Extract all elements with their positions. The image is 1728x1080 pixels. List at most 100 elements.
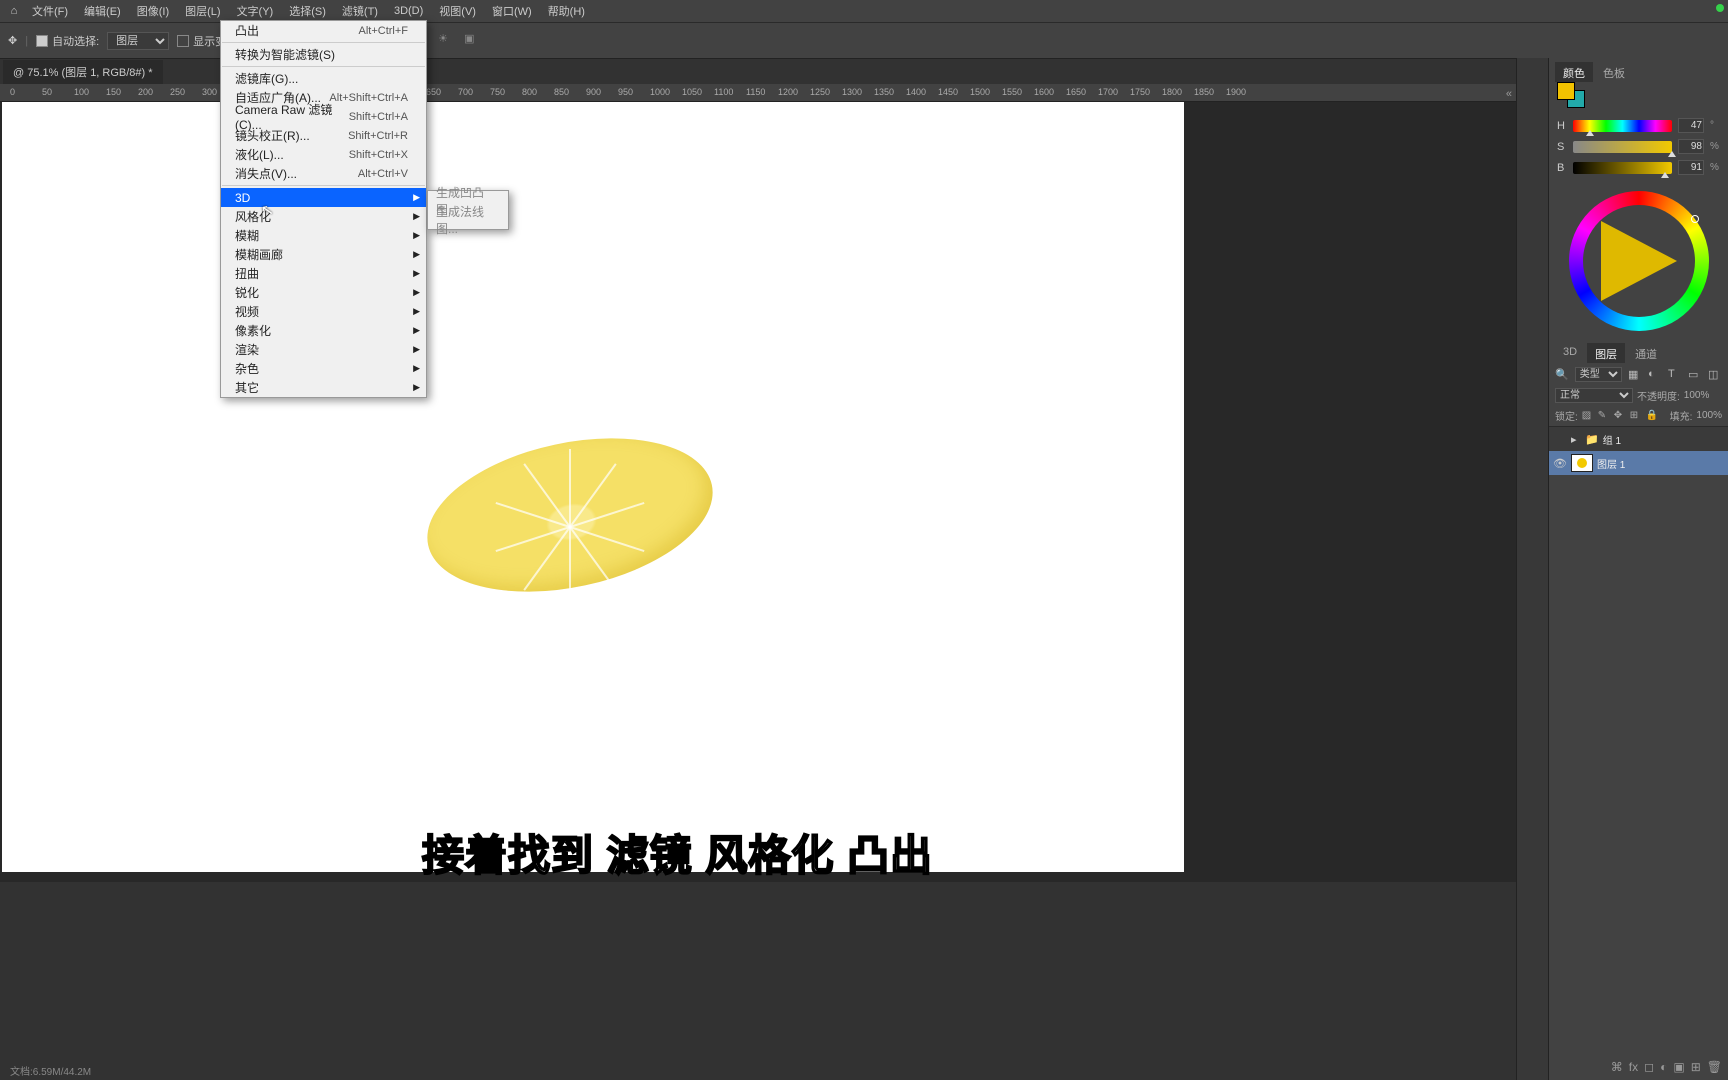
filter-submenu-item[interactable]: 锐化▶: [221, 283, 426, 302]
document-tab[interactable]: @ 75.1% (图层 1, RGB/8#) *: [3, 60, 163, 84]
menu-window[interactable]: 窗口(W): [484, 0, 540, 23]
slider-knob[interactable]: [1668, 151, 1676, 157]
layer-kind-select[interactable]: 类型: [1575, 367, 1622, 382]
menu-edit[interactable]: 编辑(E): [76, 0, 129, 23]
search-icon[interactable]: 🔍: [1555, 368, 1569, 381]
canvas[interactable]: 接着找到 滤镜 风格化 凸出: [2, 102, 1184, 872]
layers-panel: 3D 图层 通道 🔍 类型 ▦ ◐ T ▭ ◫ 正常 不透明度: 100% 锁定…: [1549, 339, 1728, 475]
filter-item[interactable]: 滤镜库(G)...: [221, 69, 426, 88]
menu-image[interactable]: 图像(I): [129, 0, 177, 23]
filter-item[interactable]: Camera Raw 滤镜(C)...Shift+Ctrl+A: [221, 107, 426, 126]
filter-smart-icon[interactable]: ◫: [1708, 368, 1722, 382]
filter-item-label: 镜头校正(R)...: [235, 127, 310, 144]
filter-submenu-item[interactable]: 模糊▶: [221, 226, 426, 245]
filter-adjust-icon[interactable]: ◐: [1648, 368, 1662, 382]
filter-submenu-item[interactable]: 风格化▶: [221, 207, 426, 226]
new-layer-icon[interactable]: ⊞: [1691, 1060, 1701, 1074]
filter-3d-submenu: 生成凹凸图... 生成法线图...: [427, 190, 509, 230]
record-indicator: [1716, 4, 1724, 12]
collapse-icon[interactable]: «: [1506, 88, 1512, 100]
filter-smart[interactable]: 转换为智能滤镜(S): [221, 45, 426, 64]
filter-shape-icon[interactable]: ▭: [1688, 368, 1702, 382]
filter-submenu-item[interactable]: 3D▶: [221, 188, 426, 207]
menu-3d[interactable]: 3D(D): [386, 1, 431, 21]
menu-file[interactable]: 文件(F): [24, 0, 76, 23]
fx-icon[interactable]: fx: [1629, 1060, 1638, 1074]
opacity-label: 不透明度:: [1637, 388, 1680, 403]
hue-input[interactable]: [1678, 118, 1704, 133]
trash-icon[interactable]: 🗑: [1707, 1060, 1722, 1074]
lock-pos-icon[interactable]: ✥: [1614, 410, 1626, 422]
sat-input[interactable]: [1678, 139, 1704, 154]
slider-knob[interactable]: [1586, 130, 1594, 136]
auto-select-checkbox[interactable]: 自动选择:: [36, 33, 99, 49]
collapsed-dock[interactable]: [1516, 58, 1548, 1080]
lock-trans-icon[interactable]: ▨: [1582, 410, 1594, 422]
layer-name[interactable]: 图层 1: [1597, 456, 1625, 471]
blend-mode-select[interactable]: 正常: [1555, 388, 1633, 403]
hue-slider[interactable]: [1573, 120, 1672, 132]
filter-submenu-item[interactable]: 视频▶: [221, 302, 426, 321]
adjustment-icon[interactable]: ◐: [1660, 1060, 1667, 1074]
move-tool-icon[interactable]: ✥: [8, 34, 17, 47]
fill-value[interactable]: 100%: [1696, 410, 1722, 421]
filter-item-label: 液化(L)...: [235, 146, 284, 163]
light-icon[interactable]: ☀: [438, 32, 456, 50]
tab-swatches[interactable]: 色板: [1595, 62, 1633, 82]
filter-type-icon[interactable]: T: [1668, 368, 1682, 382]
filter-submenu-item[interactable]: 像素化▶: [221, 321, 426, 340]
slider-knob[interactable]: [1661, 172, 1669, 178]
color-wheel[interactable]: [1569, 191, 1709, 331]
layer-row[interactable]: 👁 图层 1: [1549, 451, 1728, 475]
sat-slider[interactable]: [1573, 141, 1672, 153]
filter-last[interactable]: 凸出 Alt+Ctrl+F: [221, 21, 426, 40]
folder-icon: 📁: [1585, 433, 1599, 446]
visibility-icon[interactable]: 👁: [1553, 457, 1567, 470]
lemon-image: [417, 407, 727, 747]
menu-help[interactable]: 帮助(H): [540, 0, 593, 23]
group-icon[interactable]: ▣: [1673, 1060, 1684, 1074]
status-bar: 文档:6.59M/44.2M: [0, 1060, 1516, 1080]
filter-item[interactable]: 消失点(V)...Alt+Ctrl+V: [221, 164, 426, 183]
fold-icon[interactable]: ▸: [1571, 433, 1581, 446]
bri-slider[interactable]: [1573, 162, 1672, 174]
home-icon[interactable]: ⌂: [4, 1, 24, 21]
filter-submenu-item[interactable]: 其它▶: [221, 378, 426, 397]
menu-view[interactable]: 视图(V): [431, 0, 484, 23]
foreground-swatch[interactable]: [1557, 82, 1575, 100]
layers-panel-tabs: 3D 图层 通道: [1549, 339, 1728, 363]
color-swatches: [1549, 82, 1728, 112]
layer-thumbnail[interactable]: [1571, 454, 1593, 472]
filter-item[interactable]: 镜头校正(R)...Shift+Ctrl+R: [221, 126, 426, 145]
color-panel-tabs: 颜色 色板: [1549, 58, 1728, 82]
filter-item-label: 渲染: [235, 341, 259, 358]
lock-nest-icon[interactable]: ⊞: [1630, 410, 1642, 422]
link-icon[interactable]: ⌘: [1611, 1060, 1623, 1074]
tab-channels[interactable]: 通道: [1627, 343, 1665, 363]
filter-item-label: 锐化: [235, 284, 259, 301]
filter-pixel-icon[interactable]: ▦: [1628, 368, 1642, 382]
filter-submenu-item[interactable]: 扭曲▶: [221, 264, 426, 283]
tab-layers[interactable]: 图层: [1587, 343, 1625, 363]
bri-unit: %: [1710, 162, 1720, 173]
ruler-mark: 1900: [1226, 87, 1246, 97]
auto-select-target[interactable]: 图层: [107, 32, 169, 50]
bri-input[interactable]: [1678, 160, 1704, 175]
layer-name[interactable]: 组 1: [1603, 432, 1621, 447]
filter-submenu-item[interactable]: 杂色▶: [221, 359, 426, 378]
opacity-value[interactable]: 100%: [1684, 390, 1710, 401]
filter-item[interactable]: 液化(L)...Shift+Ctrl+X: [221, 145, 426, 164]
submenu-normal[interactable]: 生成法线图...: [428, 210, 508, 229]
tab-3d[interactable]: 3D: [1555, 343, 1585, 363]
lock-paint-icon[interactable]: ✎: [1598, 410, 1610, 422]
lock-all-icon[interactable]: 🔒: [1646, 410, 1658, 422]
camera-icon[interactable]: ▣: [464, 32, 482, 50]
filter-submenu-item[interactable]: 模糊画廊▶: [221, 245, 426, 264]
filter-submenu-item[interactable]: 渲染▶: [221, 340, 426, 359]
filter-item-label: 模糊: [235, 227, 259, 244]
mask-icon[interactable]: ◻: [1644, 1060, 1654, 1074]
ruler-mark: 1150: [746, 87, 765, 97]
layer-group[interactable]: ▸ 📁 组 1: [1549, 427, 1728, 451]
filter-item-label: 杂色: [235, 360, 259, 377]
tab-color[interactable]: 颜色: [1555, 62, 1593, 82]
